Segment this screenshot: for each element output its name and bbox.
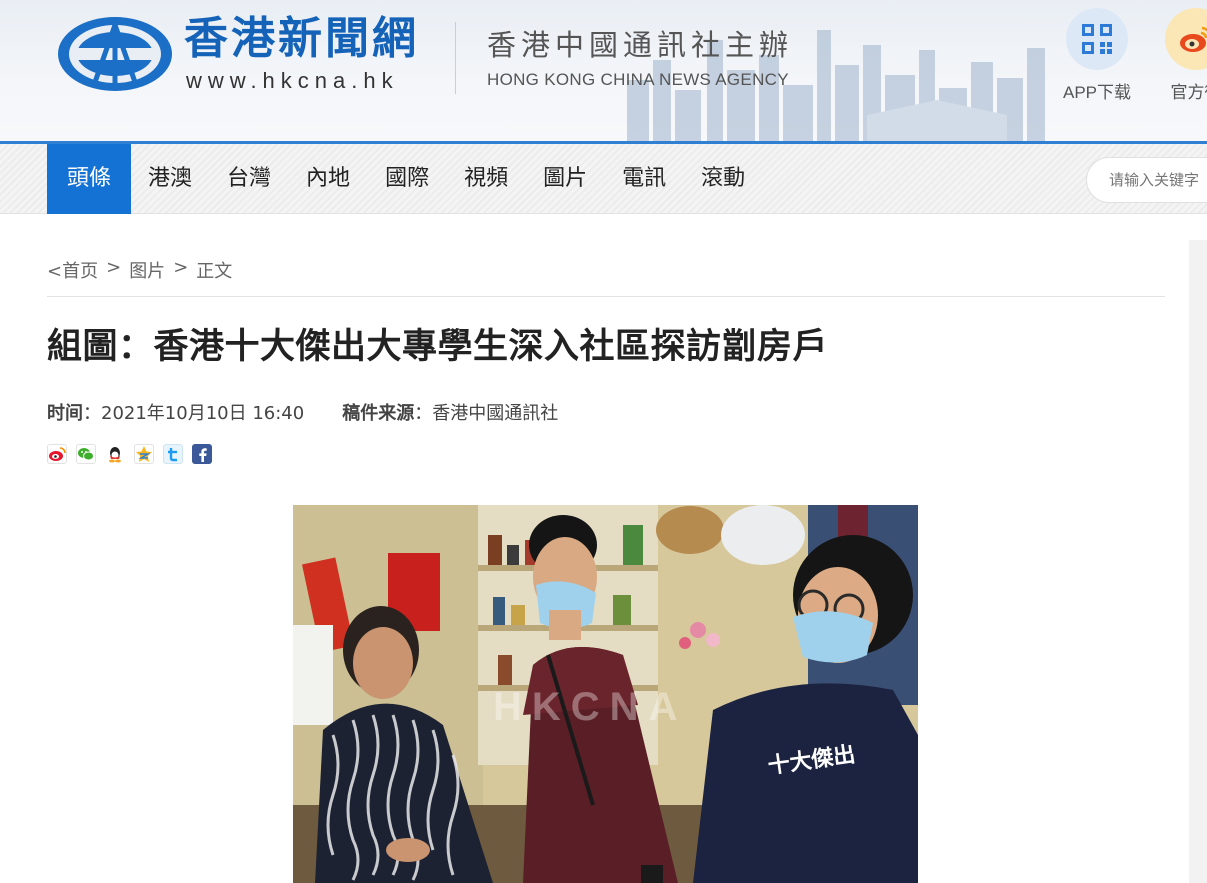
logo-url: www.hkcna.hk <box>186 68 399 93</box>
article-title: 組圖：香港十大傑出大專學生深入社區探訪劏房戶 <box>47 327 829 367</box>
nav-items: 頭條 港澳 台灣 內地 國際 視頻 圖片 電訊 滾動 <box>47 144 763 214</box>
agency-english-name: HONG KONG CHINA NEWS AGENCY <box>487 70 789 89</box>
share-bar <box>47 444 212 464</box>
breadcrumb-section[interactable]: 图片 <box>129 257 165 283</box>
photo-watermark: HKCNA <box>493 685 687 729</box>
qq-share-icon[interactable] <box>105 444 125 464</box>
article-meta: 时间：2021年10月10日 16:40 稿件来源：香港中國通訊社 <box>47 399 558 425</box>
main-nav: 頭條 港澳 台灣 內地 國際 視頻 圖片 電訊 滾動 <box>0 144 1207 214</box>
qzone-share-icon[interactable] <box>134 444 154 464</box>
agency-info: 香港中國通訊社主辦 HONG KONG CHINA NEWS AGENCY <box>487 22 793 90</box>
tencent-weibo-share-icon[interactable] <box>163 444 183 464</box>
breadcrumb-home[interactable]: <首页 <box>47 257 98 283</box>
site-logo[interactable]: 香港新聞網 www.hkcna.hk <box>56 14 419 94</box>
app-download-label: APP下载 <box>1062 83 1132 102</box>
nav-item-photos[interactable]: 圖片 <box>526 144 605 214</box>
site-header: 香港新聞網 www.hkcna.hk 香港中國通訊社主辦 HONG KONG C… <box>0 0 1207 141</box>
breadcrumb-separator: > <box>106 257 122 278</box>
source-label: 稿件来源 <box>342 403 415 424</box>
wechat-share-icon[interactable] <box>76 444 96 464</box>
breadcrumb-separator: > <box>173 257 189 278</box>
side-panel-edge <box>1189 240 1207 883</box>
hkcna-logo-icon <box>58 17 172 91</box>
nav-item-hk-macau[interactable]: 港澳 <box>131 144 210 214</box>
breadcrumb: <首页 > 图片 > 正文 <box>47 257 232 283</box>
nav-item-taiwan[interactable]: 台灣 <box>210 144 289 214</box>
nav-item-wire[interactable]: 電訊 <box>605 144 684 214</box>
article-photo: 十大傑出 HKCNA <box>293 505 918 883</box>
nav-item-video[interactable]: 視頻 <box>447 144 526 214</box>
qr-code-icon <box>1066 8 1128 70</box>
time-colon: ： <box>83 403 101 424</box>
weibo-icon <box>1165 8 1207 70</box>
nav-item-headlines[interactable]: 頭條 <box>47 144 132 214</box>
logo-chinese-name: 香港新聞網 <box>184 13 419 64</box>
breadcrumb-divider <box>47 296 1165 297</box>
header-divider <box>455 22 456 94</box>
nav-item-mainland[interactable]: 內地 <box>289 144 368 214</box>
app-download-button[interactable]: APP下载 <box>1057 8 1137 103</box>
breadcrumb-current: 正文 <box>196 261 233 282</box>
agency-chinese-name: 香港中國通訊社主辦 <box>487 28 794 62</box>
official-weibo-button[interactable]: 官方微 <box>1156 8 1207 103</box>
article-source: 香港中國通訊社 <box>432 403 559 424</box>
official-weibo-label: 官方微 <box>1170 83 1207 102</box>
nav-item-international[interactable]: 國際 <box>368 144 447 214</box>
publish-time: 2021年10月10日 16:40 <box>101 403 305 424</box>
photo-illustration: 十大傑出 HKCNA <box>293 505 918 883</box>
facebook-share-icon[interactable] <box>192 444 212 464</box>
source-colon: ： <box>414 403 433 424</box>
time-label: 时间 <box>47 403 83 424</box>
weibo-share-icon[interactable] <box>47 444 67 464</box>
nav-item-rolling[interactable]: 滾動 <box>684 144 763 214</box>
search-input[interactable] <box>1086 157 1207 203</box>
